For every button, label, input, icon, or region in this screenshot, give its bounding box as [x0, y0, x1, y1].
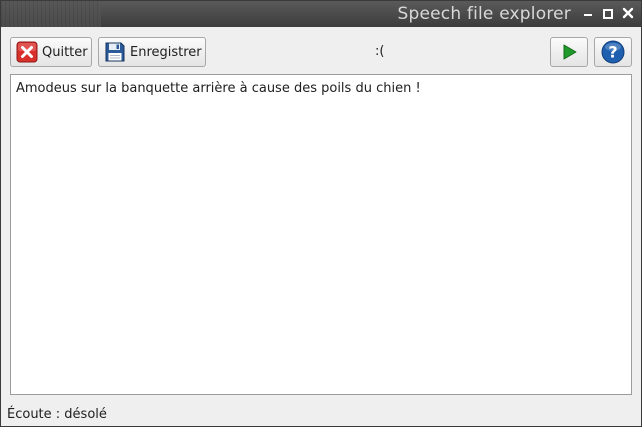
app-window: Speech file explorer Quitter Enregistrer… — [0, 0, 642, 427]
close-button[interactable] — [621, 7, 635, 21]
floppy-disk-icon — [105, 42, 125, 62]
background-app-strip — [1, 1, 101, 27]
quit-button-label: Quitter — [42, 44, 88, 60]
text-editor[interactable]: Amodeus sur la banquette arrière à cause… — [10, 74, 632, 395]
help-button[interactable]: ? — [594, 37, 632, 67]
maximize-button[interactable] — [601, 7, 615, 21]
status-bar-text: Écoute : désolé — [7, 407, 107, 422]
save-button[interactable]: Enregistrer — [98, 37, 206, 67]
maximize-icon — [603, 9, 613, 19]
minimize-icon — [584, 14, 592, 16]
title-bar[interactable]: Speech file explorer — [1, 1, 641, 27]
window-title: Speech file explorer — [397, 4, 571, 24]
toolbar: Quitter Enregistrer :( ? — [1, 27, 641, 73]
svg-text:?: ? — [608, 43, 617, 62]
close-icon — [622, 7, 634, 19]
status-indicator: :( — [375, 44, 385, 59]
play-button[interactable] — [550, 37, 588, 67]
play-icon — [563, 44, 577, 60]
save-button-label: Enregistrer — [130, 44, 202, 60]
quit-button[interactable]: Quitter — [10, 37, 92, 67]
minimize-button[interactable] — [581, 7, 595, 21]
quit-icon — [16, 41, 38, 63]
help-icon: ? — [601, 40, 625, 64]
